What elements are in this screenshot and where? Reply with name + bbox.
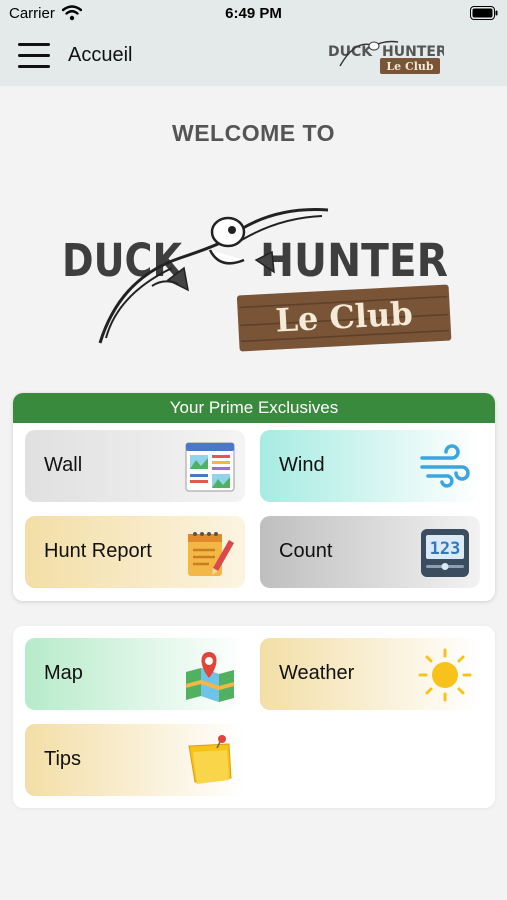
map-label: Map [44, 662, 83, 684]
svg-text:HUNTER: HUNTER [382, 44, 444, 60]
page-title: Accueil [68, 44, 133, 66]
weather-label: Weather [279, 662, 355, 684]
duck-hunter-logo: DUCK HUNTER Le Club [62, 208, 452, 352]
count-label: Count [279, 540, 333, 562]
tips-tile[interactable]: Tips [25, 724, 245, 796]
hunt-report-label: Hunt Report [44, 540, 152, 562]
notepad-icon [188, 532, 234, 576]
duck-hunter-logo-small: DUCK HUNTER Le Club [328, 40, 444, 74]
svg-text:Le Club: Le Club [275, 294, 414, 339]
hunt-report-tile[interactable]: Hunt Report [25, 516, 245, 588]
sun-icon [418, 648, 472, 702]
map-icon [185, 652, 235, 702]
navigation-bar: Accueil DUCK HUNTER Le Club [0, 26, 507, 86]
tips-label: Tips [44, 748, 82, 770]
welcome-heading: WELCOME TO [171, 120, 335, 146]
wall-tile[interactable]: Wall [25, 430, 245, 502]
clock: 6:49 PM [225, 5, 282, 22]
hamburger-menu-icon[interactable] [18, 41, 50, 69]
wall-label: Wall [44, 454, 83, 476]
wall-icon [185, 442, 235, 492]
counter-icon: 123 [421, 529, 469, 577]
svg-text:DUCK: DUCK [62, 234, 184, 287]
battery-icon [470, 6, 498, 20]
count-tile[interactable]: Count 123 [260, 516, 480, 588]
prime-exclusives-header: Your Prime Exclusives [13, 393, 495, 423]
svg-text:HUNTER: HUNTER [260, 234, 448, 287]
weather-tile[interactable]: Weather [260, 638, 480, 710]
wind-tile[interactable]: Wind [260, 430, 480, 502]
status-bar: Carrier 6:49 PM [0, 0, 507, 26]
svg-text:Le Club: Le Club [386, 60, 433, 73]
map-tile[interactable]: Map [25, 638, 245, 710]
svg-text:123: 123 [430, 539, 461, 559]
wind-icon [420, 444, 470, 488]
sticky-note-icon [188, 735, 232, 784]
wind-label: Wind [279, 454, 325, 476]
